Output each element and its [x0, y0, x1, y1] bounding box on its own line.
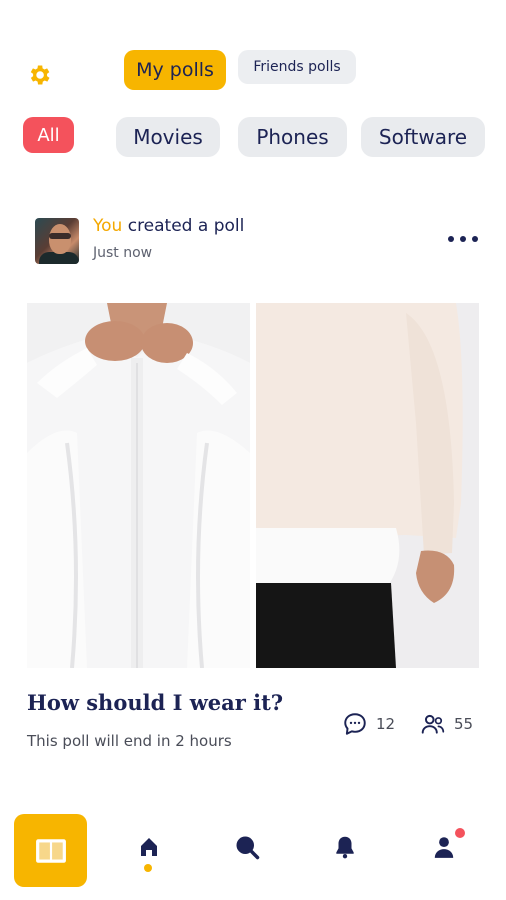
more-options-button[interactable]: [448, 236, 478, 244]
gear-icon: [30, 65, 50, 85]
nav-polls-tile[interactable]: [14, 814, 87, 887]
comment-icon: [344, 713, 366, 735]
active-indicator: [144, 864, 152, 872]
category-chip-software[interactable]: Software: [361, 117, 485, 157]
avatar[interactable]: [35, 218, 79, 264]
tab-friends-polls[interactable]: Friends polls: [238, 50, 356, 84]
users-icon: [421, 714, 445, 734]
nav-notifications[interactable]: [330, 832, 360, 862]
post-timestamp: Just now: [93, 245, 153, 261]
category-chip-movies[interactable]: Movies: [116, 117, 220, 157]
cream-sweater-photo: [256, 303, 479, 668]
bell-icon: [336, 836, 354, 859]
notification-badge: [455, 828, 465, 838]
poll-option-1-image[interactable]: [27, 303, 250, 668]
settings-button[interactable]: [26, 62, 52, 88]
nav-search[interactable]: [232, 832, 262, 862]
nav-home[interactable]: [134, 832, 164, 862]
profile-icon: [434, 837, 454, 858]
book-open-icon: [35, 838, 66, 863]
voters-button[interactable]: 55: [420, 711, 473, 737]
post-action: created a poll: [122, 216, 245, 236]
home-icon: [141, 838, 157, 856]
voters-count: 55: [454, 715, 474, 733]
nav-profile[interactable]: [429, 832, 459, 862]
comments-button[interactable]: 12: [342, 711, 395, 737]
category-chip-all[interactable]: All: [23, 117, 74, 153]
category-chip-phones[interactable]: Phones: [238, 117, 347, 157]
post-title: You created a poll: [93, 216, 244, 236]
more-horizontal-icon: [448, 236, 454, 242]
white-shirt-photo: [27, 303, 250, 668]
tab-my-polls[interactable]: My polls: [124, 50, 226, 90]
post-author[interactable]: You: [93, 216, 122, 236]
poll-option-2-image[interactable]: [256, 303, 479, 668]
poll-question: How should I wear it?: [27, 690, 284, 715]
search-icon: [236, 836, 260, 860]
poll-status: This poll will end in 2 hours: [27, 732, 232, 750]
comments-count: 12: [376, 715, 396, 733]
